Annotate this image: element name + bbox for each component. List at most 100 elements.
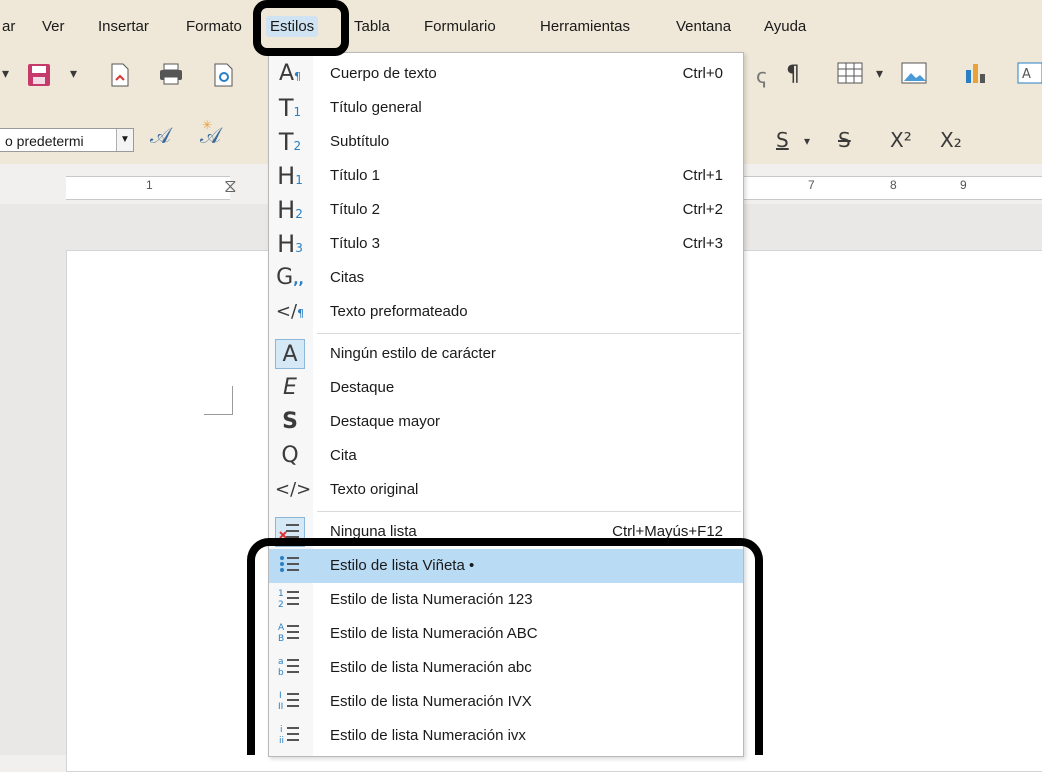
menu-item-label: Destaque mayor: [330, 413, 441, 430]
menu-item-label: Estilo de lista Numeración abc: [330, 659, 532, 676]
insert-table-icon[interactable]: [836, 60, 864, 91]
menu-item-shortcut: Ctrl+0: [682, 65, 723, 82]
menu-item-subtitulo[interactable]: T2 Subtítulo: [269, 125, 743, 159]
menu-item-destaque[interactable]: E Destaque: [269, 371, 743, 405]
menu-item-lista-numeracion-ivx-upper[interactable]: I II Estilo de lista Numeración IVX: [269, 685, 743, 719]
menu-item-citas[interactable]: G,, Citas: [269, 261, 743, 295]
svg-text:A: A: [278, 623, 285, 633]
svg-text:I: I: [279, 691, 282, 701]
source-text-icon: </>: [275, 479, 312, 500]
dropdown-arrow-icon[interactable]: ▾: [2, 66, 9, 82]
ruler-right[interactable]: 7 8 9: [742, 176, 1042, 200]
formatting-marks-icon[interactable]: ¶: [786, 62, 800, 87]
menu-estilos[interactable]: Estilos: [266, 16, 319, 37]
update-style-icon[interactable]: 𝒜: [150, 124, 171, 149]
menu-item-label: Estilo de lista Numeración 123: [330, 591, 533, 608]
menu-item-label: Cuerpo de texto: [330, 65, 437, 82]
insert-chart-icon[interactable]: [962, 60, 990, 91]
svg-text:ii: ii: [279, 736, 284, 746]
indent-marker-icon[interactable]: ⧖: [224, 176, 237, 197]
ruler-number: 9: [960, 178, 967, 192]
numbered-list-abc-lower-icon: ab: [275, 653, 305, 683]
underline-dropdown-icon[interactable]: ▾: [804, 134, 810, 148]
menu-item-titulo-3[interactable]: H3 Título 3 Ctrl+3: [269, 227, 743, 261]
menu-item-titulo-2[interactable]: H2 Título 2 Ctrl+2: [269, 193, 743, 227]
numbered-list-ivx-upper-icon: I II: [275, 687, 305, 717]
preformatted-text-icon: </¶: [275, 301, 305, 322]
strong-emphasis-icon: S: [282, 409, 298, 434]
menu-item-label: Ningún estilo de carácter: [330, 345, 496, 362]
paragraph-style-combo[interactable]: o predetermi ▼: [0, 128, 134, 152]
menu-partial-item[interactable]: ar: [2, 18, 15, 35]
bullet-list-icon: [275, 551, 305, 581]
menu-ventana[interactable]: Ventana: [676, 18, 731, 35]
menu-item-label: Estilo de lista Numeración ABC: [330, 625, 538, 642]
svg-text:a: a: [278, 657, 284, 667]
ruler-number: 8: [890, 178, 897, 192]
menu-ayuda[interactable]: Ayuda: [764, 18, 806, 35]
menu-item-lista-numeracion-ivx-lower[interactable]: i ii Estilo de lista Numeración ivx: [269, 719, 743, 753]
menu-item-cita[interactable]: Q Cita: [269, 439, 743, 473]
new-style-star-icon: ✳: [202, 118, 213, 132]
menu-item-titulo-1[interactable]: H1 Título 1 Ctrl+1: [269, 159, 743, 193]
menu-item-lista-numeracion-123[interactable]: 12 Estilo de lista Numeración 123: [269, 583, 743, 617]
menu-item-label: Título 1: [330, 167, 381, 184]
menu-herramientas[interactable]: Herramientas: [540, 18, 630, 35]
strikethrough-button[interactable]: S: [838, 128, 851, 152]
menu-item-texto-original[interactable]: </> Texto original: [269, 473, 743, 507]
no-list-icon: [275, 517, 305, 547]
export-pdf-icon[interactable]: [108, 62, 132, 93]
menu-item-shortcut: Ctrl+2: [682, 201, 723, 218]
subscript-button[interactable]: X₂: [940, 128, 962, 152]
menu-item-lista-numeracion-abc-upper[interactable]: AB Estilo de lista Numeración ABC: [269, 617, 743, 651]
menu-item-label: Subtítulo: [330, 133, 390, 150]
menu-item-label: Título 2: [330, 201, 381, 218]
chevron-down-icon[interactable]: ▼: [116, 129, 133, 151]
insert-image-icon[interactable]: [900, 60, 928, 91]
menu-item-label: Estilo de lista Viñeta •: [330, 557, 475, 574]
menu-item-label: Título 3: [330, 235, 381, 252]
svg-text:i: i: [280, 725, 283, 735]
text-boundary-mark: [204, 386, 233, 415]
save-dropdown-icon[interactable]: ▾: [70, 66, 77, 82]
menu-formulario[interactable]: Formulario: [424, 18, 496, 35]
table-dropdown-icon[interactable]: ▾: [876, 66, 883, 82]
menu-item-shortcut: Ctrl+1: [682, 167, 723, 184]
menu-item-destaque-mayor[interactable]: S Destaque mayor: [269, 405, 743, 439]
save-icon[interactable]: [26, 62, 52, 93]
menu-formato[interactable]: Formato: [186, 18, 242, 35]
menu-item-titulo-general[interactable]: T1 Título general: [269, 91, 743, 125]
quote-icon: Q: [281, 443, 299, 468]
title-t1-icon: T1: [278, 94, 302, 122]
ruler-number: 1: [146, 178, 153, 192]
menu-item-label: Título general: [330, 99, 422, 116]
menu-item-cuerpo-de-texto[interactable]: A¶ Cuerpo de texto Ctrl+0: [269, 57, 743, 91]
numbered-list-abc-upper-icon: AB: [275, 619, 305, 649]
emphasis-icon: E: [283, 375, 297, 400]
menu-item-label: Cita: [330, 447, 357, 464]
menu-ver[interactable]: Ver: [42, 18, 65, 35]
print-preview-icon[interactable]: [212, 62, 236, 93]
menu-separator: [317, 333, 741, 334]
menu-item-ningun-estilo-caracter[interactable]: A Ningún estilo de carácter: [269, 337, 743, 371]
paragraph-style-value: o predetermi: [5, 133, 84, 149]
superscript-button[interactable]: X²: [890, 128, 912, 152]
ruler-left[interactable]: 1: [66, 176, 230, 200]
print-icon[interactable]: [158, 62, 184, 91]
svg-text:II: II: [278, 702, 283, 712]
insert-textbox-icon[interactable]: A: [1016, 60, 1042, 91]
menu-item-lista-vineta[interactable]: Estilo de lista Viñeta •: [269, 549, 743, 583]
menu-item-texto-preformateado[interactable]: </¶ Texto preformateado: [269, 295, 743, 329]
heading-3-icon: H3: [277, 230, 303, 258]
svg-text:A: A: [1022, 67, 1031, 82]
svg-text:1: 1: [278, 589, 284, 599]
menu-insertar[interactable]: Insertar: [98, 18, 149, 35]
menu-item-ninguna-lista[interactable]: Ninguna lista Ctrl+Mayús+F12: [269, 515, 743, 549]
menu-item-lista-numeracion-abc-lower[interactable]: ab Estilo de lista Numeración abc: [269, 651, 743, 685]
menu-tabla[interactable]: Tabla: [354, 18, 390, 35]
underline-button[interactable]: S: [776, 128, 789, 152]
numbered-list-123-icon: 12: [275, 585, 305, 615]
heading-2-icon: H2: [277, 196, 303, 224]
spelling-icon[interactable]: ҁ: [756, 64, 767, 88]
menu-item-shortcut: Ctrl+Mayús+F12: [612, 523, 723, 540]
